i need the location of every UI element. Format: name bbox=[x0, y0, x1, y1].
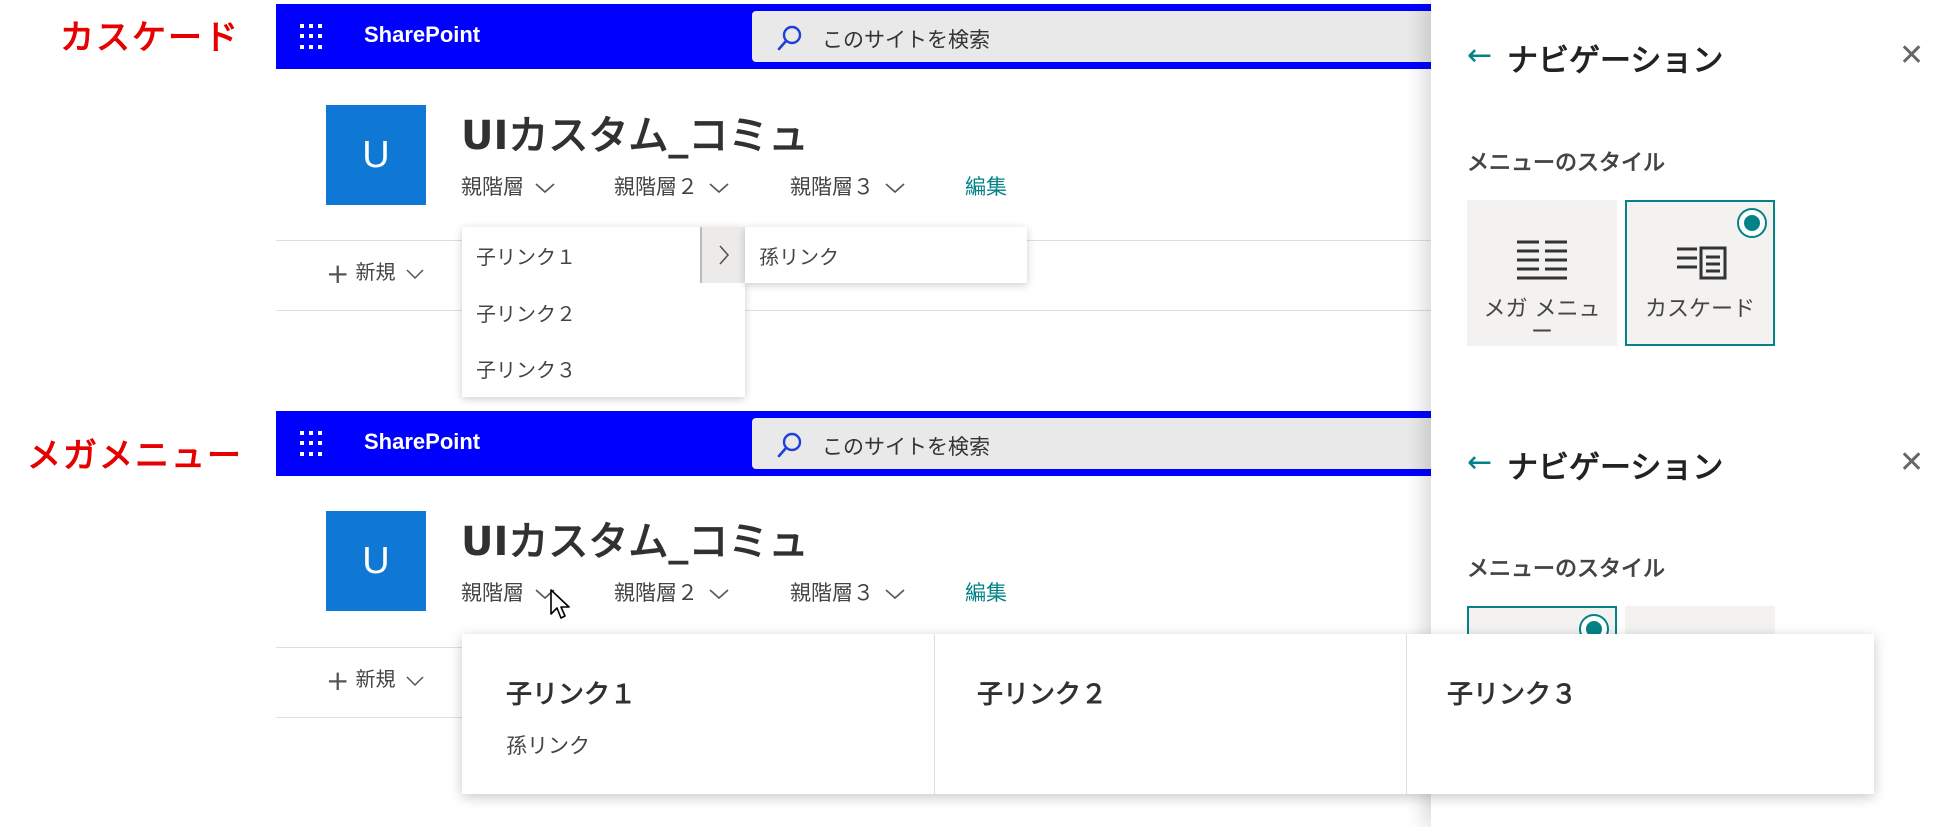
mega-heading-2[interactable]: 子リンク２ bbox=[977, 674, 1107, 711]
back-arrow-icon[interactable]: ← bbox=[1467, 445, 1492, 480]
section-label-cascade: カスケード bbox=[60, 18, 240, 58]
chevron-down-icon bbox=[406, 675, 424, 686]
sharepoint-brand[interactable]: SharePoint bbox=[364, 22, 480, 48]
nav-label: 親階層３ bbox=[790, 581, 874, 605]
cascade-expand-button[interactable] bbox=[700, 227, 745, 283]
menu-style-label: メニューのスタイル bbox=[1467, 151, 1666, 176]
mouse-cursor-icon bbox=[550, 589, 570, 619]
new-button[interactable]: + 新規 bbox=[326, 256, 425, 290]
mega-heading-1[interactable]: 子リンク１ bbox=[506, 674, 636, 711]
cascade-subflyout: 孫リンク bbox=[745, 227, 1027, 283]
chevron-down-icon bbox=[406, 268, 424, 279]
mega-menu-dropdown: 子リンク１ 孫リンク 子リンク２ 子リンク３ bbox=[462, 634, 1874, 794]
sharepoint-brand[interactable]: SharePoint bbox=[364, 429, 480, 455]
menu-style-label: メニューのスタイル bbox=[1467, 557, 1666, 582]
plus-icon: + bbox=[326, 257, 350, 290]
nav-item-parent-3[interactable]: 親階層３ bbox=[790, 577, 906, 607]
cascade-style-icon bbox=[1677, 246, 1727, 280]
nav-item-parent-1[interactable]: 親階層 bbox=[461, 171, 556, 201]
panel-title: ナビゲーション bbox=[1507, 43, 1724, 79]
mega-column-1: 子リンク１ 孫リンク bbox=[462, 634, 933, 794]
new-label: 新規 bbox=[355, 667, 396, 691]
search-icon bbox=[777, 432, 802, 458]
back-arrow-icon[interactable]: ← bbox=[1467, 38, 1492, 73]
cascade-child-3[interactable]: 子リンク３ bbox=[476, 354, 576, 383]
menu-style-option-mega[interactable]: メガ メニュ ー bbox=[1467, 200, 1617, 346]
site-logo[interactable]: U bbox=[326, 105, 426, 205]
mega-heading-3[interactable]: 子リンク３ bbox=[1447, 674, 1577, 711]
cascade-child-2[interactable]: 子リンク２ bbox=[476, 298, 576, 327]
nav-item-parent-2[interactable]: 親階層２ bbox=[614, 171, 730, 201]
app-launcher-icon[interactable] bbox=[300, 24, 326, 50]
cascade-flyout: 子リンク１ 子リンク２ 子リンク３ bbox=[462, 227, 745, 397]
panel-title: ナビゲーション bbox=[1507, 450, 1724, 486]
nav-label: 親階層３ bbox=[790, 175, 874, 199]
mega-column-2: 子リンク２ bbox=[935, 634, 1406, 794]
chevron-right-icon bbox=[719, 245, 730, 265]
app-launcher-icon[interactable] bbox=[300, 431, 326, 457]
nav-label: 親階層２ bbox=[614, 175, 698, 199]
command-bar-bottom-border bbox=[276, 310, 1431, 311]
suite-bar: SharePoint このサイトを検索 bbox=[276, 4, 1431, 69]
search-box[interactable]: このサイトを検索 bbox=[752, 11, 1431, 62]
option-label-wrap: ー bbox=[1530, 320, 1553, 345]
nav-item-parent-1[interactable]: 親階層 bbox=[461, 577, 556, 607]
nav-edit-link[interactable]: 編集 bbox=[965, 577, 1007, 607]
nav-label: 親階層 bbox=[461, 175, 524, 199]
search-box[interactable]: このサイトを検索 bbox=[752, 418, 1431, 469]
mega-menu-style-icon bbox=[1517, 240, 1567, 280]
chevron-down-icon bbox=[535, 183, 555, 194]
radio-selected-icon[interactable] bbox=[1737, 208, 1767, 238]
suite-bar: SharePoint このサイトを検索 bbox=[276, 411, 1431, 476]
site-title[interactable]: UIカスタム_コミュ bbox=[461, 103, 808, 161]
nav-label: 親階層 bbox=[461, 581, 524, 605]
chevron-down-icon bbox=[709, 183, 729, 194]
nav-label: 親階層２ bbox=[614, 581, 698, 605]
mega-grandchild-link[interactable]: 孫リンク bbox=[506, 730, 590, 760]
plus-icon: + bbox=[326, 664, 350, 697]
nav-edit-link[interactable]: 編集 bbox=[965, 171, 1007, 201]
section-label-mega: メガメニュー bbox=[27, 436, 243, 476]
close-icon[interactable]: ✕ bbox=[1899, 445, 1924, 480]
chevron-down-icon bbox=[885, 183, 905, 194]
cascade-child-1[interactable]: 子リンク１ bbox=[476, 241, 576, 270]
site-title[interactable]: UIカスタム_コミュ bbox=[461, 509, 808, 567]
mega-column-3: 子リンク３ bbox=[1407, 634, 1874, 794]
new-button[interactable]: + 新規 bbox=[326, 663, 425, 697]
nav-item-parent-3[interactable]: 親階層３ bbox=[790, 171, 906, 201]
new-label: 新規 bbox=[355, 260, 396, 284]
search-icon bbox=[777, 25, 802, 51]
option-label: カスケード bbox=[1644, 297, 1755, 322]
menu-style-option-cascade[interactable]: カスケード bbox=[1625, 200, 1775, 346]
search-placeholder: このサイトを検索 bbox=[822, 435, 990, 459]
close-icon[interactable]: ✕ bbox=[1899, 38, 1924, 73]
chevron-down-icon bbox=[885, 589, 905, 600]
site-logo[interactable]: U bbox=[326, 511, 426, 611]
chevron-down-icon bbox=[709, 589, 729, 600]
cascade-grandchild[interactable]: 孫リンク bbox=[759, 241, 839, 270]
search-placeholder: このサイトを検索 bbox=[822, 28, 990, 52]
nav-item-parent-2[interactable]: 親階層２ bbox=[614, 577, 730, 607]
